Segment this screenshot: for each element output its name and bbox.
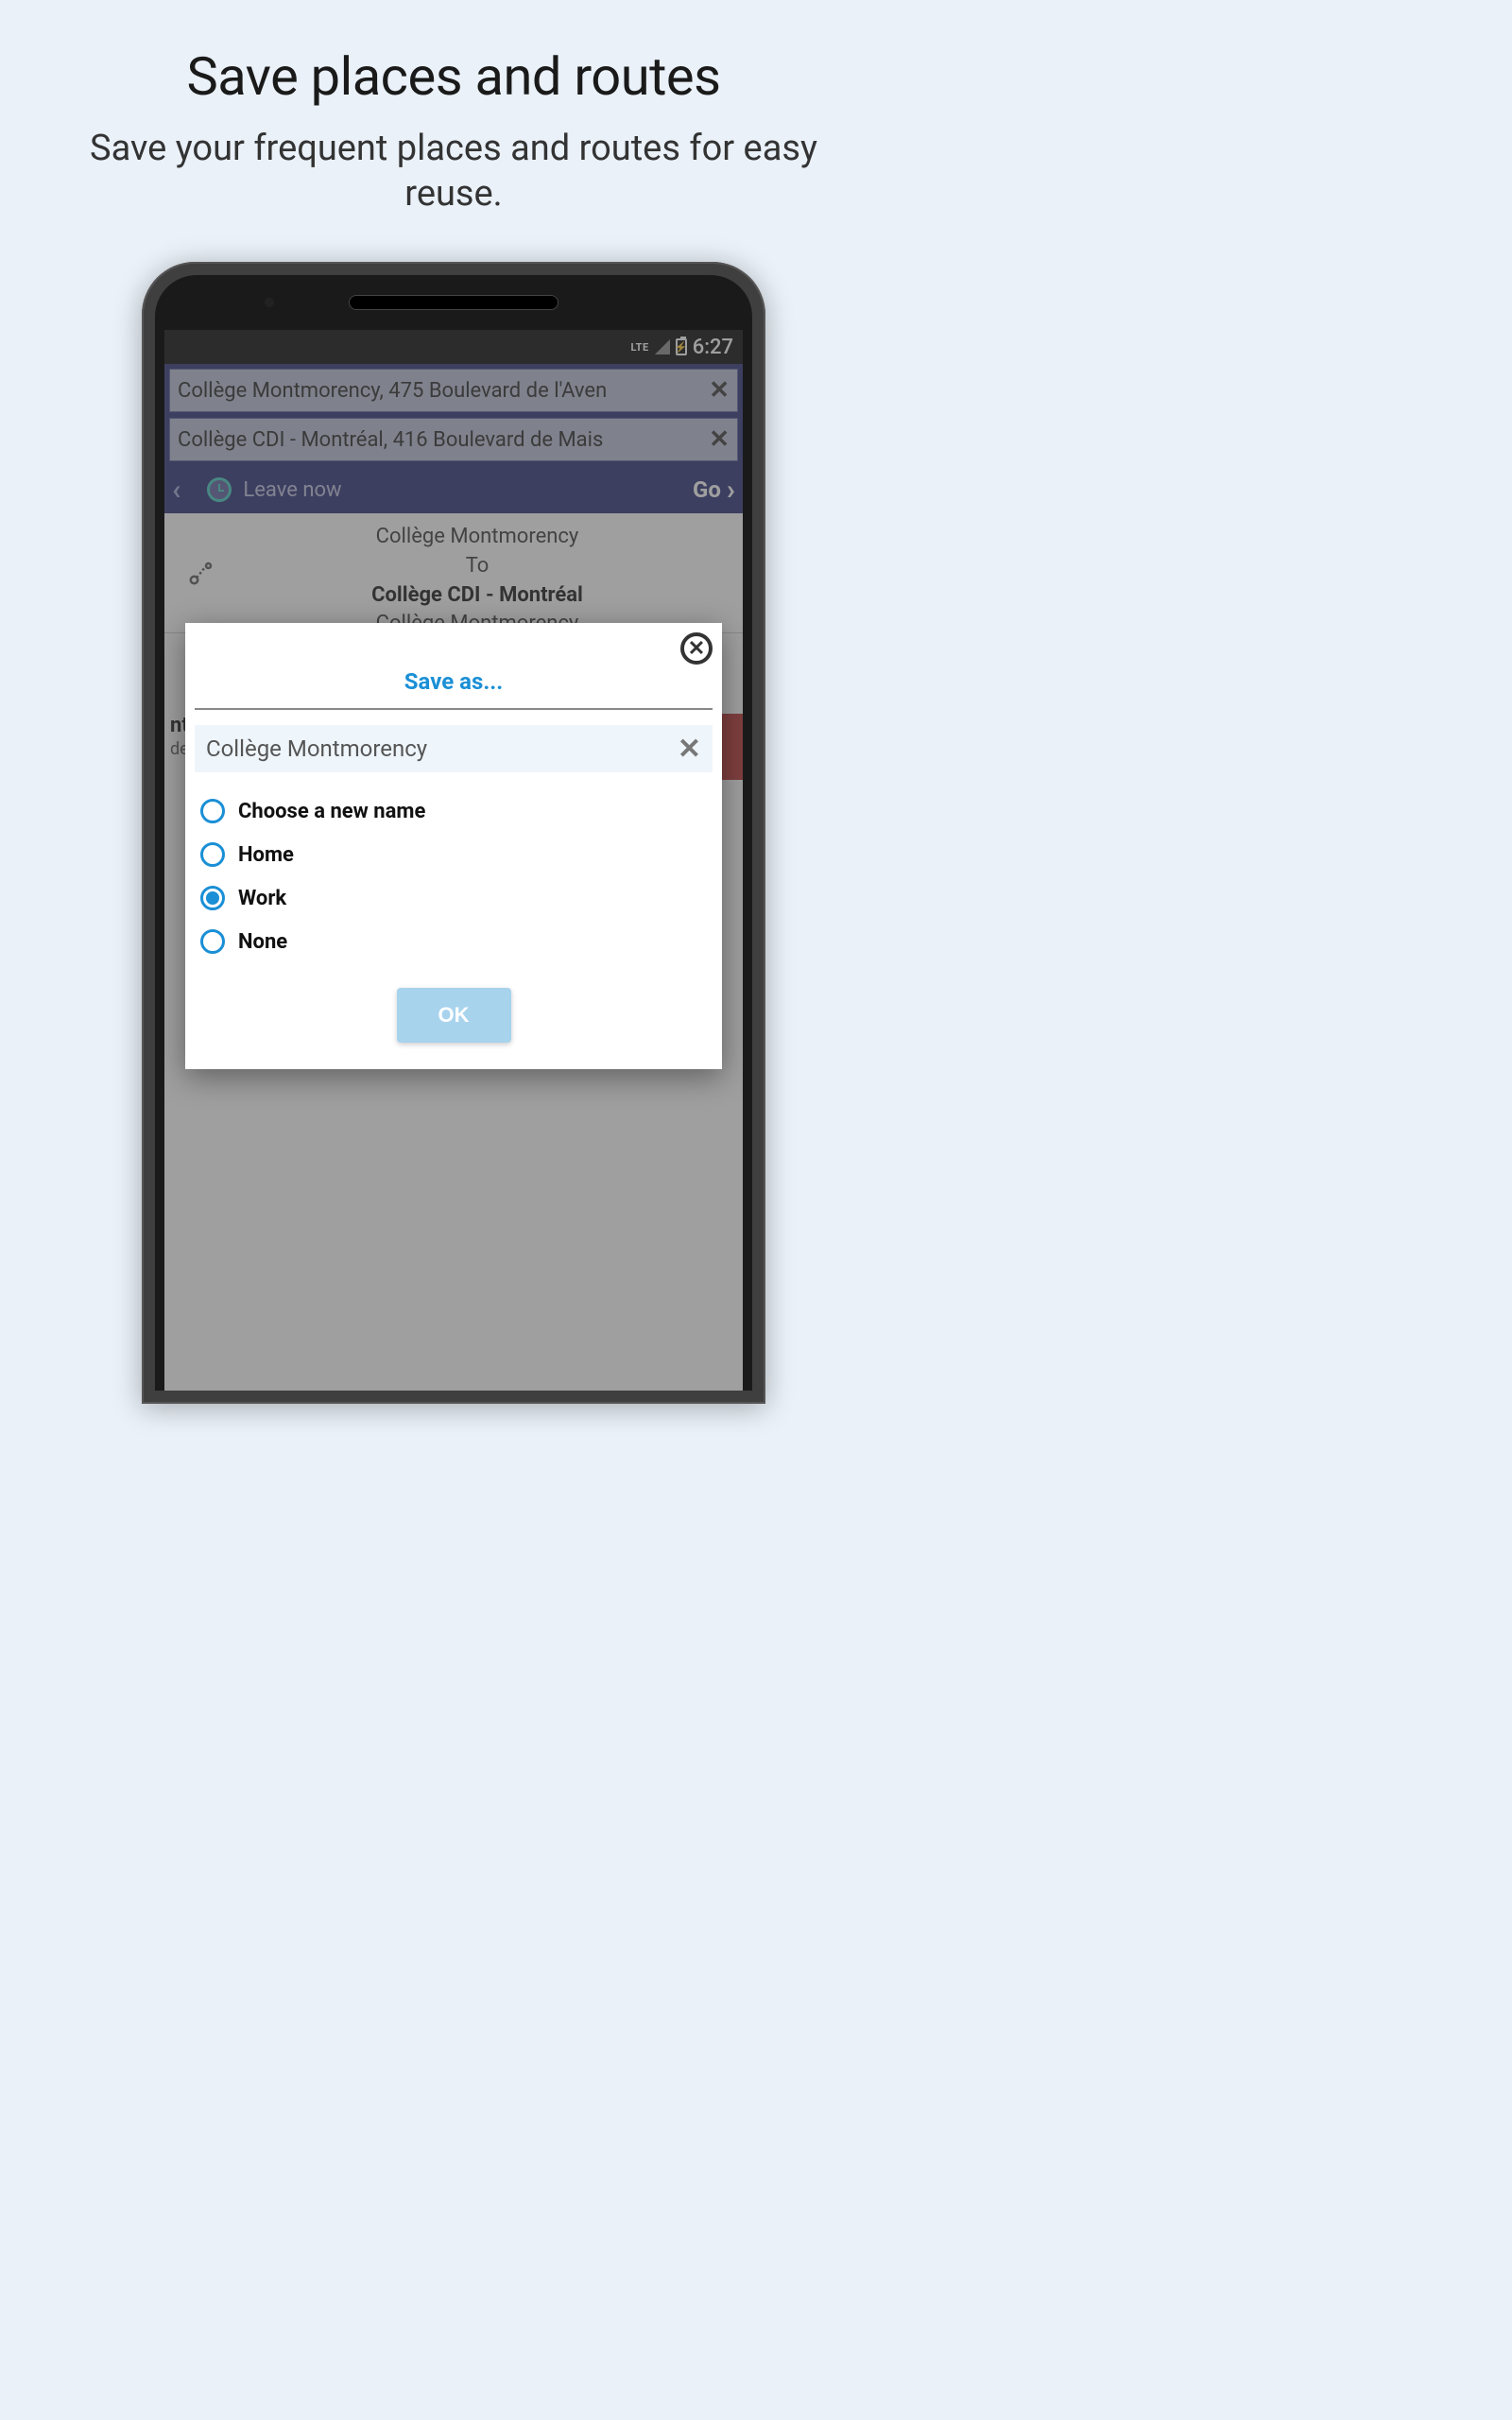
name-input-value: Collège Montmorency xyxy=(206,735,678,762)
promo-subtitle: Save your frequent places and routes for… xyxy=(0,108,907,216)
radio-list: Choose a new name Home Work None xyxy=(185,789,722,963)
radio-icon-selected xyxy=(200,886,225,910)
phone-frame: LTE ⚡ 6:27 Collège Montmorency, 475 Boul… xyxy=(142,262,765,1404)
ok-button[interactable]: OK xyxy=(397,988,511,1043)
save-as-modal: ✕ Save as... Collège Montmorency ✕ Choos… xyxy=(185,623,722,1069)
radio-none[interactable]: None xyxy=(200,920,707,963)
radio-label: Choose a new name xyxy=(238,800,425,823)
radio-icon xyxy=(200,842,225,867)
radio-label: Home xyxy=(238,843,294,867)
radio-work[interactable]: Work xyxy=(200,876,707,920)
clear-input-icon[interactable]: ✕ xyxy=(678,733,701,766)
promo-title: Save places and routes xyxy=(0,0,907,108)
radio-label: None xyxy=(238,930,287,954)
radio-home[interactable]: Home xyxy=(200,833,707,876)
name-input[interactable]: Collège Montmorency ✕ xyxy=(195,725,713,772)
radio-choose-name[interactable]: Choose a new name xyxy=(200,789,707,833)
radio-icon xyxy=(200,799,225,823)
phone-speaker xyxy=(350,296,558,309)
radio-label: Work xyxy=(238,887,286,910)
phone-camera xyxy=(265,298,274,307)
radio-icon xyxy=(200,929,225,954)
phone-inner: LTE ⚡ 6:27 Collège Montmorency, 475 Boul… xyxy=(155,275,752,1391)
modal-title: Save as... xyxy=(195,623,713,710)
screen: LTE ⚡ 6:27 Collège Montmorency, 475 Boul… xyxy=(164,330,743,1391)
close-icon[interactable]: ✕ xyxy=(680,632,713,665)
